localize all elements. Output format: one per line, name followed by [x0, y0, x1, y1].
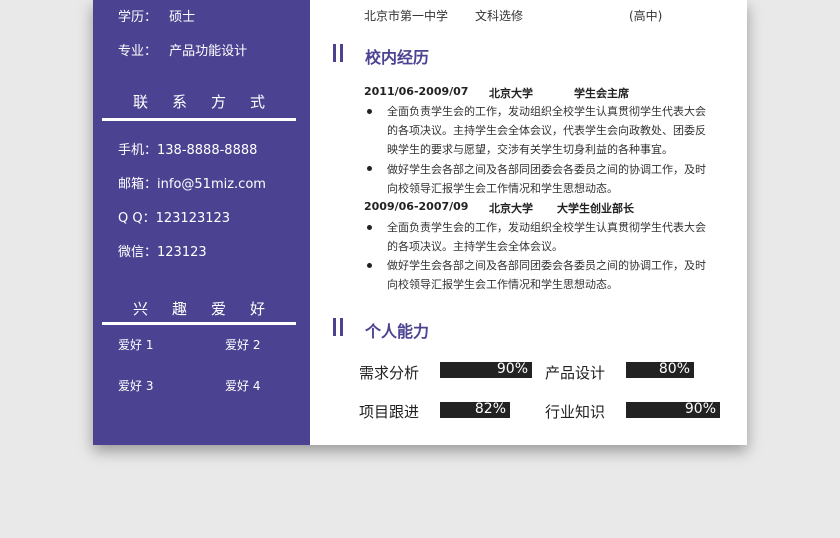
hobby-item: 爱好 4: [225, 379, 261, 393]
qq-row: Q Q：123123123: [118, 207, 230, 226]
major-value: 产品功能设计: [169, 44, 248, 59]
skill-name: 行业知识: [545, 403, 606, 421]
education-school: 北京市第一中学: [364, 9, 449, 23]
skills-section-title: 个人能力: [365, 322, 430, 341]
bullet-dot: [367, 225, 372, 230]
skill-value: 80%: [658, 361, 690, 377]
skill-bar: 90%: [626, 401, 720, 418]
campus-section-title: 校内经历: [365, 48, 430, 67]
resume-page: 学历： 硕士 专业： 产品功能设计 联系方式 手机：138-8888-8888 …: [93, 0, 747, 445]
education-level: (高中): [629, 9, 663, 23]
bullet-dot: [367, 166, 372, 171]
education-subject: 文科选修: [475, 9, 524, 23]
skill-value: 90%: [684, 401, 716, 417]
skill-bar: 82%: [440, 401, 510, 418]
email-label: 邮箱：: [118, 177, 158, 192]
bullet-dot: [367, 109, 372, 114]
experience-org: 北京大学: [489, 202, 533, 215]
wechat-row: 微信：123123: [118, 241, 207, 260]
experience-bullet: 做好学生会各部之间及各部同团委会各委员之间的协调工作，及时向校领导汇报学生会工作…: [387, 163, 706, 195]
email-value: info@51miz.com: [157, 177, 266, 192]
experience-period: 2009/06-2007/09: [364, 200, 469, 213]
contact-divider: [102, 118, 296, 121]
wechat-value: 123123: [157, 245, 207, 260]
hobbies-divider: [102, 322, 296, 325]
experience-role: 大学生创业部长: [557, 202, 634, 215]
email-row: 邮箱：info@51miz.com: [118, 173, 266, 192]
major-row: 专业： 产品功能设计: [118, 40, 247, 59]
skill-bar: 80%: [626, 361, 694, 378]
experience-bullet: 全面负责学生会的工作，发动组织全校学生认真贯彻学生代表大会的各项决议。主持学生会…: [387, 105, 706, 156]
experience-bullet: 全面负责学生会的工作，发动组织全校学生认真贯彻学生代表大会的各项决议。主持学生会…: [387, 221, 706, 253]
skill-name: 产品设计: [545, 364, 606, 382]
section-marker: [340, 44, 343, 62]
skill-name: 项目跟进: [359, 403, 420, 421]
hobby-item: 爱好 3: [118, 379, 154, 393]
section-marker: [340, 318, 343, 336]
wechat-label: 微信：: [118, 245, 158, 260]
section-marker: [333, 318, 336, 336]
experience-bullet: 做好学生会各部之间及各部同团委会各委员之间的协调工作，及时向校领导汇报学生会工作…: [387, 259, 706, 291]
phone-value: 138-8888-8888: [157, 143, 258, 158]
bullet-dot: [367, 263, 372, 268]
experience-period: 2011/06-2009/07: [364, 85, 469, 98]
skill-name: 需求分析: [359, 364, 420, 382]
degree-value: 硕士: [169, 10, 196, 25]
degree-row: 学历： 硕士: [118, 6, 195, 25]
phone-row: 手机：138-8888-8888: [118, 139, 257, 158]
qq-label: Q Q：: [118, 211, 156, 226]
skill-value: 90%: [496, 361, 528, 377]
section-marker: [333, 44, 336, 62]
phone-label: 手机：: [118, 143, 158, 158]
main-content: 北京市第一中学 文科选修 (高中) 校内经历 2011/06-2009/07 北…: [310, 0, 747, 445]
qq-value: 123123123: [155, 211, 231, 226]
experience-org: 北京大学: [489, 87, 533, 100]
skill-bar: 90%: [440, 361, 532, 378]
experience-role: 学生会主席: [574, 87, 629, 100]
contact-heading: 联系方式: [132, 93, 289, 111]
sidebar: 学历： 硕士 专业： 产品功能设计 联系方式 手机：138-8888-8888 …: [93, 0, 310, 445]
hobby-item: 爱好 1: [118, 338, 154, 352]
degree-label: 学历：: [118, 10, 158, 25]
hobbies-heading: 兴趣爱好: [132, 300, 289, 318]
hobby-item: 爱好 2: [225, 338, 261, 352]
skill-value: 82%: [474, 401, 506, 417]
major-label: 专业：: [118, 44, 158, 59]
